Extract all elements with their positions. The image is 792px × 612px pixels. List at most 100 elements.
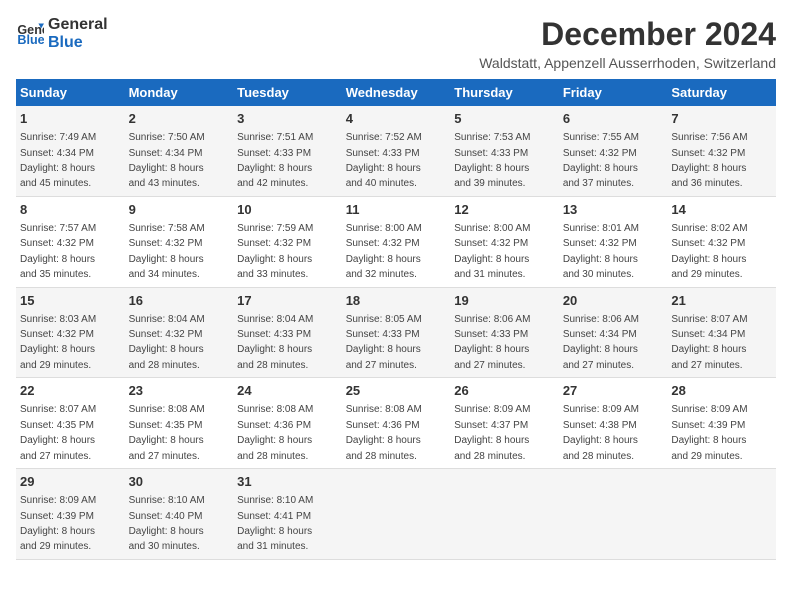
header-row: SundayMondayTuesdayWednesdayThursdayFrid… — [16, 79, 776, 106]
week-row-5: 29Sunrise: 8:09 AMSunset: 4:39 PMDayligh… — [16, 469, 776, 560]
daylight-info: Daylight: 8 hoursand 27 minutes. — [563, 344, 638, 370]
day-number: 17 — [237, 292, 338, 310]
sunset-info: Sunset: 4:33 PM — [346, 148, 420, 159]
sunset-info: Sunset: 4:39 PM — [20, 511, 94, 522]
sunrise-info: Sunrise: 8:10 AM — [237, 495, 313, 506]
daylight-info: Daylight: 8 hoursand 37 minutes. — [563, 163, 638, 189]
daylight-info: Daylight: 8 hoursand 29 minutes. — [671, 254, 746, 280]
day-number: 13 — [563, 201, 664, 219]
sunrise-info: Sunrise: 8:00 AM — [454, 223, 530, 234]
logo-icon: General Blue — [16, 20, 44, 48]
calendar-cell: 17Sunrise: 8:04 AMSunset: 4:33 PMDayligh… — [233, 287, 342, 378]
calendar-cell: 31Sunrise: 8:10 AMSunset: 4:41 PMDayligh… — [233, 469, 342, 560]
sunrise-info: Sunrise: 7:49 AM — [20, 132, 96, 143]
day-number: 6 — [563, 110, 664, 128]
sunrise-info: Sunrise: 8:08 AM — [129, 404, 205, 415]
calendar-cell: 29Sunrise: 8:09 AMSunset: 4:39 PMDayligh… — [16, 469, 125, 560]
week-row-1: 1 Sunrise: 7:49 AM Sunset: 4:34 PM Daylight… — [16, 106, 776, 196]
svg-text:Blue: Blue — [17, 32, 44, 46]
daylight-info: Daylight: 8 hoursand 27 minutes. — [346, 344, 421, 370]
day-number: 26 — [454, 382, 555, 400]
calendar-cell: 21Sunrise: 8:07 AMSunset: 4:34 PMDayligh… — [667, 287, 776, 378]
daylight-info: Daylight: 8 hoursand 33 minutes. — [237, 254, 312, 280]
daylight-info: Daylight: 8 hoursand 27 minutes. — [671, 344, 746, 370]
calendar-cell: 2Sunrise: 7:50 AMSunset: 4:34 PMDaylight… — [125, 106, 234, 196]
daylight-info: Daylight: 8 hoursand 28 minutes. — [237, 344, 312, 370]
sunset-info: Sunset: 4:38 PM — [563, 420, 637, 431]
header-thursday: Thursday — [450, 79, 559, 106]
header-friday: Friday — [559, 79, 668, 106]
calendar-cell: 12Sunrise: 8:00 AMSunset: 4:32 PMDayligh… — [450, 196, 559, 287]
sunset-info: Sunset: 4:34 PM — [563, 329, 637, 340]
calendar-cell: 20Sunrise: 8:06 AMSunset: 4:34 PMDayligh… — [559, 287, 668, 378]
sunrise-info: Sunrise: 8:09 AM — [671, 404, 747, 415]
sunset-info: Sunset: 4:35 PM — [129, 420, 203, 431]
calendar-cell: 5Sunrise: 7:53 AMSunset: 4:33 PMDaylight… — [450, 106, 559, 196]
day-number: 5 — [454, 110, 555, 128]
calendar-cell: 6Sunrise: 7:55 AMSunset: 4:32 PMDaylight… — [559, 106, 668, 196]
sunrise-info: Sunrise: 7:56 AM — [671, 132, 747, 143]
sunrise-info: Sunrise: 8:09 AM — [454, 404, 530, 415]
day-number: 3 — [237, 110, 338, 128]
daylight-info: Daylight: 8 hoursand 40 minutes. — [346, 163, 421, 189]
daylight-info: Daylight: 8 hoursand 28 minutes. — [563, 435, 638, 461]
sunrise-info: Sunrise: 8:10 AM — [129, 495, 205, 506]
sunset-info: Sunset: 4:32 PM — [563, 238, 637, 249]
daylight-info: Daylight: 8 hoursand 43 minutes. — [129, 163, 204, 189]
calendar-cell: 25Sunrise: 8:08 AMSunset: 4:36 PMDayligh… — [342, 378, 451, 469]
calendar-cell: 1Sunrise: 7:49 AMSunset: 4:34 PMDaylight… — [16, 106, 125, 196]
day-number: 10 — [237, 201, 338, 219]
sunset-info: Sunset: 4:32 PM — [346, 238, 420, 249]
daylight-info: Daylight: 8 hoursand 27 minutes. — [454, 344, 529, 370]
calendar-cell: 16Sunrise: 8:04 AMSunset: 4:32 PMDayligh… — [125, 287, 234, 378]
sunset-info: Sunset: 4:32 PM — [129, 329, 203, 340]
day-number: 29 — [20, 473, 121, 491]
day-number: 24 — [237, 382, 338, 400]
logo-blue: Blue — [48, 34, 108, 52]
calendar-cell: 27Sunrise: 8:09 AMSunset: 4:38 PMDayligh… — [559, 378, 668, 469]
sunset-info: Sunset: 4:32 PM — [20, 238, 94, 249]
day-number: 22 — [20, 382, 121, 400]
calendar-cell: 15Sunrise: 8:03 AMSunset: 4:32 PMDayligh… — [16, 287, 125, 378]
calendar-cell: 10Sunrise: 7:59 AMSunset: 4:32 PMDayligh… — [233, 196, 342, 287]
sunrise-info: Sunrise: 8:09 AM — [563, 404, 639, 415]
daylight-info: Daylight: 8 hoursand 27 minutes. — [129, 435, 204, 461]
sunset-info: Sunset: 4:33 PM — [237, 148, 311, 159]
day-number: 1 — [20, 110, 121, 128]
sunrise-info: Sunrise: 8:07 AM — [671, 314, 747, 325]
calendar-cell: 28Sunrise: 8:09 AMSunset: 4:39 PMDayligh… — [667, 378, 776, 469]
calendar-cell: 18Sunrise: 8:05 AMSunset: 4:33 PMDayligh… — [342, 287, 451, 378]
calendar-table: SundayMondayTuesdayWednesdayThursdayFrid… — [16, 79, 776, 560]
sunset-info: Sunset: 4:32 PM — [129, 238, 203, 249]
calendar-cell — [450, 469, 559, 560]
day-number: 15 — [20, 292, 121, 310]
sunset-info: Sunset: 4:32 PM — [454, 238, 528, 249]
sunset-info: Sunset: 4:39 PM — [671, 420, 745, 431]
calendar-cell: 11Sunrise: 8:00 AMSunset: 4:32 PMDayligh… — [342, 196, 451, 287]
daylight-info: Daylight: 8 hoursand 31 minutes. — [237, 526, 312, 552]
sunset-info: Sunset: 4:33 PM — [454, 148, 528, 159]
sunrise-info: Sunrise: 8:04 AM — [129, 314, 205, 325]
title-area: December 2024 Waldstatt, Appenzell Ausse… — [479, 16, 776, 71]
calendar-cell: 23Sunrise: 8:08 AMSunset: 4:35 PMDayligh… — [125, 378, 234, 469]
sunset-info: Sunset: 4:32 PM — [671, 238, 745, 249]
sunrise-info: Sunrise: 7:59 AM — [237, 223, 313, 234]
day-number: 8 — [20, 201, 121, 219]
sunrise-info: Sunrise: 7:58 AM — [129, 223, 205, 234]
header-wednesday: Wednesday — [342, 79, 451, 106]
sunset-info: Sunset: 4:34 PM — [20, 148, 94, 159]
daylight-info: Daylight: 8 hoursand 27 minutes. — [20, 435, 95, 461]
sunrise-info: Sunrise: 7:50 AM — [129, 132, 205, 143]
daylight-info: Daylight: 8 hoursand 32 minutes. — [346, 254, 421, 280]
calendar-cell: 30Sunrise: 8:10 AMSunset: 4:40 PMDayligh… — [125, 469, 234, 560]
day-number: 18 — [346, 292, 447, 310]
sunrise-info: Sunrise: 7:52 AM — [346, 132, 422, 143]
day-number: 12 — [454, 201, 555, 219]
sunrise-info: Sunrise: 8:03 AM — [20, 314, 96, 325]
sunset-info: Sunset: 4:34 PM — [129, 148, 203, 159]
daylight-info: Daylight: 8 hoursand 28 minutes. — [129, 344, 204, 370]
day-number: 30 — [129, 473, 230, 491]
sunset-info: Sunset: 4:36 PM — [346, 420, 420, 431]
day-number: 19 — [454, 292, 555, 310]
daylight-info: Daylight: 8 hoursand 28 minutes. — [454, 435, 529, 461]
